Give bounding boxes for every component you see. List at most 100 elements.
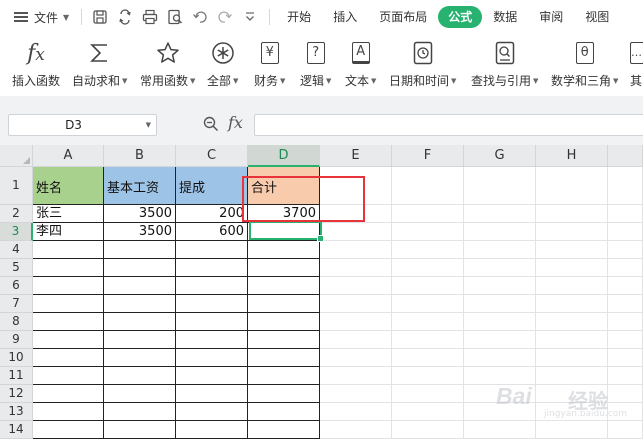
cell-h10[interactable] <box>536 349 608 367</box>
cell-f9[interactable] <box>392 331 464 349</box>
cell-e10[interactable] <box>320 349 392 367</box>
cell-g4[interactable] <box>464 241 536 259</box>
cell-c11[interactable] <box>176 367 248 385</box>
cell-e8[interactable] <box>320 313 392 331</box>
cell-h8[interactable] <box>536 313 608 331</box>
cell-f2[interactable] <box>392 205 464 223</box>
cell-f11[interactable] <box>392 367 464 385</box>
cell-c7[interactable] <box>176 295 248 313</box>
row-header-5[interactable]: 5 <box>0 259 33 277</box>
zoom-search-icon[interactable] <box>203 116 219 132</box>
cell-h14[interactable] <box>536 421 608 439</box>
name-box[interactable]: D3 ▼ <box>8 114 157 136</box>
cell-a7[interactable] <box>33 295 104 313</box>
cell-c4[interactable] <box>176 241 248 259</box>
cell-c14[interactable] <box>176 421 248 439</box>
cell-d10[interactable] <box>248 349 320 367</box>
cell-e7[interactable] <box>320 295 392 313</box>
cell-filler[interactable] <box>608 421 643 439</box>
select-all-corner[interactable] <box>0 145 33 167</box>
cell-c8[interactable] <box>176 313 248 331</box>
cell-c10[interactable] <box>176 349 248 367</box>
cell-f6[interactable] <box>392 277 464 295</box>
cell-g2[interactable] <box>464 205 536 223</box>
cell-b2[interactable]: 3500 <box>104 205 176 223</box>
row-header-8[interactable]: 8 <box>0 313 33 331</box>
tab-data[interactable]: 数据 <box>482 6 528 28</box>
column-header-f[interactable]: F <box>392 145 464 167</box>
row-header-12[interactable]: 12 <box>0 385 33 403</box>
row-header-9[interactable]: 9 <box>0 331 33 349</box>
date-time-button[interactable]: 日期和时间 ▼ <box>389 38 456 92</box>
cell-b12[interactable] <box>104 385 176 403</box>
cell-d4[interactable] <box>248 241 320 259</box>
cell-filler[interactable] <box>608 223 643 241</box>
cell-b7[interactable] <box>104 295 176 313</box>
redo-icon[interactable] <box>217 9 233 25</box>
cell-filler[interactable] <box>608 349 643 367</box>
cell-filler[interactable] <box>608 205 643 223</box>
common-functions-button[interactable]: 常用函数 ▼ <box>140 38 195 92</box>
cell-b9[interactable] <box>104 331 176 349</box>
lookup-reference-button[interactable]: 查找与引用 ▼ <box>471 38 538 92</box>
cloud-sync-icon[interactable] <box>117 9 133 25</box>
cell-b8[interactable] <box>104 313 176 331</box>
cell-h6[interactable] <box>536 277 608 295</box>
row-header-6[interactable]: 6 <box>0 277 33 295</box>
active-cell-selection[interactable] <box>249 221 324 242</box>
cell-b14[interactable] <box>104 421 176 439</box>
cell-h4[interactable] <box>536 241 608 259</box>
cell-b4[interactable] <box>104 241 176 259</box>
cell-d8[interactable] <box>248 313 320 331</box>
cell-e14[interactable] <box>320 421 392 439</box>
cell-e6[interactable] <box>320 277 392 295</box>
cell-a3[interactable]: 李四 <box>33 223 104 241</box>
cell-c12[interactable] <box>176 385 248 403</box>
cell-d9[interactable] <box>248 331 320 349</box>
cell-b3[interactable]: 3500 <box>104 223 176 241</box>
autosum-button[interactable]: 自动求和 ▼ <box>72 38 127 92</box>
more-functions-button[interactable]: … 其 <box>630 38 643 92</box>
row-header-14[interactable]: 14 <box>0 421 33 439</box>
row-header-4[interactable]: 4 <box>0 241 33 259</box>
cell-e11[interactable] <box>320 367 392 385</box>
cell-a1[interactable]: 姓名 <box>33 167 104 205</box>
cell-a10[interactable] <box>33 349 104 367</box>
cell-b13[interactable] <box>104 403 176 421</box>
cell-e4[interactable] <box>320 241 392 259</box>
row-header-13[interactable]: 13 <box>0 403 33 421</box>
cell-g5[interactable] <box>464 259 536 277</box>
cell-filler[interactable] <box>608 295 643 313</box>
tab-view[interactable]: 视图 <box>574 6 620 28</box>
cell-g14[interactable] <box>464 421 536 439</box>
text-functions-button[interactable]: A 文本 ▼ <box>345 38 376 92</box>
row-header-11[interactable]: 11 <box>0 367 33 385</box>
cell-d11[interactable] <box>248 367 320 385</box>
customize-chevron-icon[interactable] <box>242 9 258 25</box>
cell-d6[interactable] <box>248 277 320 295</box>
cell-f5[interactable] <box>392 259 464 277</box>
cell-a13[interactable] <box>33 403 104 421</box>
cell-d13[interactable] <box>248 403 320 421</box>
print-preview-icon[interactable] <box>167 9 183 25</box>
cell-d5[interactable] <box>248 259 320 277</box>
cell-d7[interactable] <box>248 295 320 313</box>
cell-c3[interactable]: 600 <box>176 223 248 241</box>
tab-formulas[interactable]: 公式 <box>438 6 483 28</box>
insert-function-button[interactable]: fx 插入函数 <box>12 38 60 92</box>
cell-filler[interactable] <box>608 331 643 349</box>
file-menu[interactable]: 文件 ▼ <box>0 0 69 34</box>
column-header-a[interactable]: A <box>33 145 104 167</box>
row-header-10[interactable]: 10 <box>0 349 33 367</box>
column-header-d[interactable]: D <box>248 145 320 167</box>
cell-g8[interactable] <box>464 313 536 331</box>
tab-page-layout[interactable]: 页面布局 <box>368 6 438 28</box>
cell-a12[interactable] <box>33 385 104 403</box>
financial-button[interactable]: ¥ 财务 ▼ <box>254 38 285 92</box>
all-functions-button[interactable]: 全部 ▼ <box>207 38 238 92</box>
cell-c5[interactable] <box>176 259 248 277</box>
row-header-1[interactable]: 1 <box>0 167 33 205</box>
cell-filler[interactable] <box>608 313 643 331</box>
cell-h3[interactable] <box>536 223 608 241</box>
cell-b10[interactable] <box>104 349 176 367</box>
